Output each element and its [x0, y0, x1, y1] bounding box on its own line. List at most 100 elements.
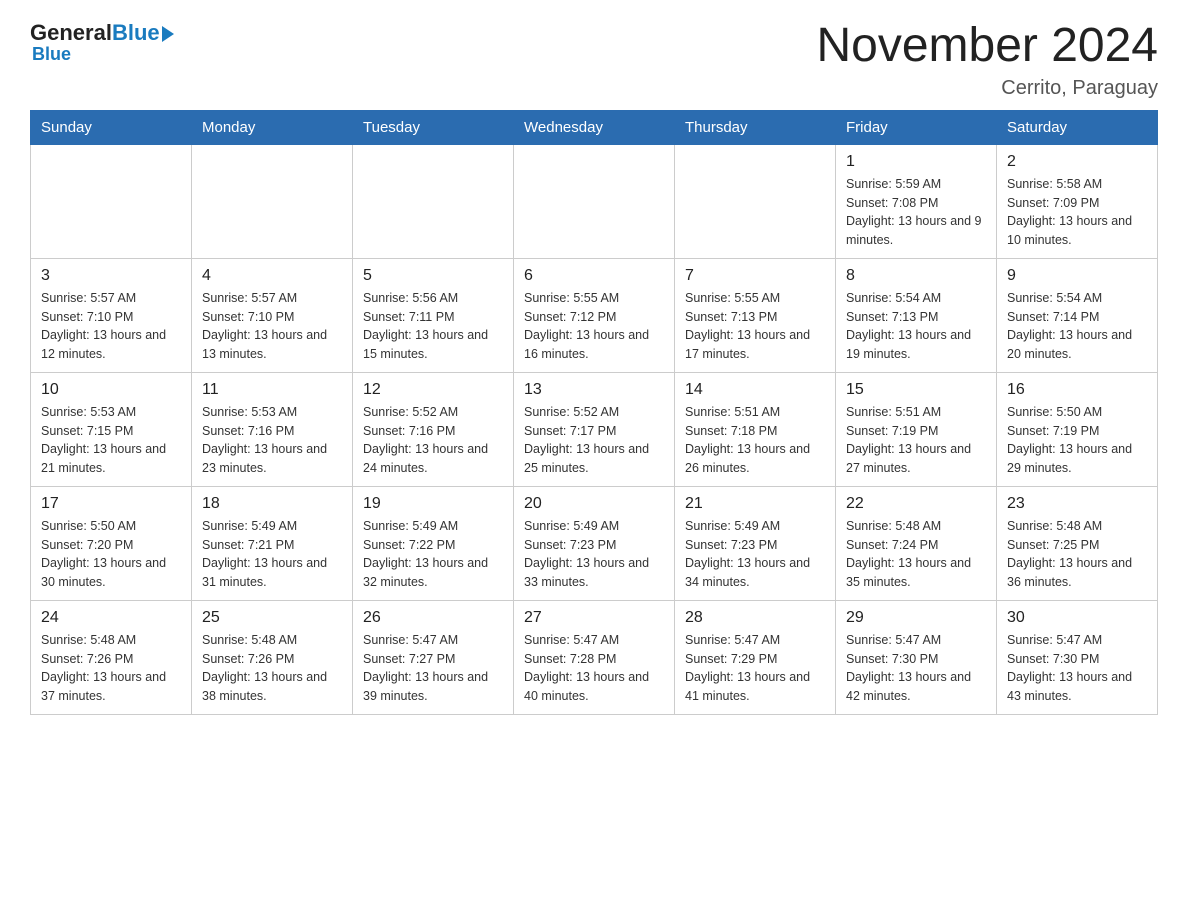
page-header: GeneralBlue Blue November 2024 Cerrito, … — [30, 20, 1158, 100]
day-number: 10 — [41, 381, 181, 399]
calendar-cell: 5 Sunrise: 5:56 AM Sunset: 7:11 PM Daylig… — [353, 258, 514, 372]
day-info: Sunrise: 5:57 AM Sunset: 7:10 PM Dayligh… — [41, 289, 181, 364]
calendar-week-row: 10Sunrise: 5:53 AM Sunset: 7:15 PM Dayli… — [31, 372, 1158, 486]
logo-subtitle: Blue — [32, 44, 71, 65]
day-info: Sunrise: 5:49 AM Sunset: 7:22 PM Dayligh… — [363, 517, 503, 592]
calendar-cell: 1 Sunrise: 5:59 AM Sunset: 7:08 PM Daylig… — [836, 144, 997, 258]
day-number: 16 — [1007, 381, 1147, 399]
day-number: 28 — [685, 609, 825, 627]
day-info: Sunrise: 5:58 AM Sunset: 7:09 PM Dayligh… — [1007, 175, 1147, 250]
calendar-cell — [675, 144, 836, 258]
day-info: Sunrise: 5:51 AM Sunset: 7:18 PM Dayligh… — [685, 403, 825, 478]
day-number: 8 — [846, 267, 986, 285]
logo-arrow-icon — [162, 26, 174, 42]
column-header-saturday: Saturday — [997, 110, 1158, 144]
day-number: 22 — [846, 495, 986, 513]
calendar-week-row: 24 Sunrise: 5:48 AM Sunset: 7:26 PM Dayli… — [31, 600, 1158, 714]
calendar-cell: 7Sunrise: 5:55 AM Sunset: 7:13 PM Daylig… — [675, 258, 836, 372]
day-info: Sunrise: 5:48 AM Sunset: 7:26 PM Dayligh… — [41, 631, 181, 706]
day-info: Sunrise: 5:57 AM Sunset: 7:10 PM Dayligh… — [202, 289, 342, 364]
day-number: 17 — [41, 495, 181, 513]
day-number: 24 — [41, 609, 181, 627]
day-number: 21 — [685, 495, 825, 513]
calendar-cell: 28 Sunrise: 5:47 AM Sunset: 7:29 PM Dayli… — [675, 600, 836, 714]
column-header-monday: Monday — [192, 110, 353, 144]
day-info: Sunrise: 5:50 AM Sunset: 7:19 PM Dayligh… — [1007, 403, 1147, 478]
calendar-cell: 23 Sunrise: 5:48 AM Sunset: 7:25 PM Dayli… — [997, 486, 1158, 600]
calendar-cell: 22 Sunrise: 5:48 AM Sunset: 7:24 PM Dayli… — [836, 486, 997, 600]
calendar-week-row: 1 Sunrise: 5:59 AM Sunset: 7:08 PM Daylig… — [31, 144, 1158, 258]
calendar-cell — [192, 144, 353, 258]
day-number: 4 — [202, 267, 342, 285]
calendar-cell: 11 Sunrise: 5:53 AM Sunset: 7:16 PM Dayli… — [192, 372, 353, 486]
day-number: 23 — [1007, 495, 1147, 513]
day-info: Sunrise: 5:56 AM Sunset: 7:11 PM Dayligh… — [363, 289, 503, 364]
title-area: November 2024 Cerrito, Paraguay — [816, 20, 1158, 100]
day-number: 5 — [363, 267, 503, 285]
column-header-tuesday: Tuesday — [353, 110, 514, 144]
calendar-cell: 20Sunrise: 5:49 AM Sunset: 7:23 PM Dayli… — [514, 486, 675, 600]
day-number: 15 — [846, 381, 986, 399]
logo-text: GeneralBlue — [30, 20, 174, 46]
calendar-cell: 24 Sunrise: 5:48 AM Sunset: 7:26 PM Dayli… — [31, 600, 192, 714]
calendar-week-row: 3 Sunrise: 5:57 AM Sunset: 7:10 PM Daylig… — [31, 258, 1158, 372]
day-number: 1 — [846, 153, 986, 171]
day-info: Sunrise: 5:48 AM Sunset: 7:24 PM Dayligh… — [846, 517, 986, 592]
day-info: Sunrise: 5:54 AM Sunset: 7:14 PM Dayligh… — [1007, 289, 1147, 364]
calendar-cell: 15Sunrise: 5:51 AM Sunset: 7:19 PM Dayli… — [836, 372, 997, 486]
day-info: Sunrise: 5:47 AM Sunset: 7:30 PM Dayligh… — [1007, 631, 1147, 706]
day-number: 9 — [1007, 267, 1147, 285]
day-info: Sunrise: 5:49 AM Sunset: 7:23 PM Dayligh… — [685, 517, 825, 592]
day-info: Sunrise: 5:52 AM Sunset: 7:16 PM Dayligh… — [363, 403, 503, 478]
day-number: 7 — [685, 267, 825, 285]
calendar-cell: 3 Sunrise: 5:57 AM Sunset: 7:10 PM Daylig… — [31, 258, 192, 372]
calendar-cell: 18 Sunrise: 5:49 AM Sunset: 7:21 PM Dayli… — [192, 486, 353, 600]
calendar-cell — [353, 144, 514, 258]
day-number: 25 — [202, 609, 342, 627]
calendar-cell: 10Sunrise: 5:53 AM Sunset: 7:15 PM Dayli… — [31, 372, 192, 486]
day-number: 30 — [1007, 609, 1147, 627]
location-title: Cerrito, Paraguay — [816, 77, 1158, 100]
day-info: Sunrise: 5:54 AM Sunset: 7:13 PM Dayligh… — [846, 289, 986, 364]
day-number: 3 — [41, 267, 181, 285]
day-info: Sunrise: 5:49 AM Sunset: 7:23 PM Dayligh… — [524, 517, 664, 592]
day-number: 27 — [524, 609, 664, 627]
day-number: 2 — [1007, 153, 1147, 171]
column-header-thursday: Thursday — [675, 110, 836, 144]
day-info: Sunrise: 5:59 AM Sunset: 7:08 PM Dayligh… — [846, 175, 986, 250]
day-info: Sunrise: 5:47 AM Sunset: 7:28 PM Dayligh… — [524, 631, 664, 706]
day-info: Sunrise: 5:47 AM Sunset: 7:27 PM Dayligh… — [363, 631, 503, 706]
day-info: Sunrise: 5:50 AM Sunset: 7:20 PM Dayligh… — [41, 517, 181, 592]
day-info: Sunrise: 5:48 AM Sunset: 7:25 PM Dayligh… — [1007, 517, 1147, 592]
day-info: Sunrise: 5:49 AM Sunset: 7:21 PM Dayligh… — [202, 517, 342, 592]
calendar-cell: 19 Sunrise: 5:49 AM Sunset: 7:22 PM Dayli… — [353, 486, 514, 600]
day-number: 12 — [363, 381, 503, 399]
calendar-cell: 27 Sunrise: 5:47 AM Sunset: 7:28 PM Dayli… — [514, 600, 675, 714]
day-info: Sunrise: 5:53 AM Sunset: 7:16 PM Dayligh… — [202, 403, 342, 478]
logo-general: General — [30, 20, 112, 46]
day-info: Sunrise: 5:55 AM Sunset: 7:12 PM Dayligh… — [524, 289, 664, 364]
calendar-cell: 13Sunrise: 5:52 AM Sunset: 7:17 PM Dayli… — [514, 372, 675, 486]
day-number: 29 — [846, 609, 986, 627]
day-number: 19 — [363, 495, 503, 513]
logo: GeneralBlue Blue — [30, 20, 174, 65]
calendar-cell: 17 Sunrise: 5:50 AM Sunset: 7:20 PM Dayli… — [31, 486, 192, 600]
day-info: Sunrise: 5:52 AM Sunset: 7:17 PM Dayligh… — [524, 403, 664, 478]
column-header-friday: Friday — [836, 110, 997, 144]
column-header-sunday: Sunday — [31, 110, 192, 144]
calendar-cell: 2 Sunrise: 5:58 AM Sunset: 7:09 PM Daylig… — [997, 144, 1158, 258]
day-number: 18 — [202, 495, 342, 513]
calendar-cell: 30 Sunrise: 5:47 AM Sunset: 7:30 PM Dayli… — [997, 600, 1158, 714]
calendar-cell — [31, 144, 192, 258]
day-number: 14 — [685, 381, 825, 399]
month-title: November 2024 — [816, 20, 1158, 73]
calendar-cell: 29Sunrise: 5:47 AM Sunset: 7:30 PM Dayli… — [836, 600, 997, 714]
day-number: 11 — [202, 381, 342, 399]
calendar-cell: 12 Sunrise: 5:52 AM Sunset: 7:16 PM Dayli… — [353, 372, 514, 486]
day-info: Sunrise: 5:47 AM Sunset: 7:29 PM Dayligh… — [685, 631, 825, 706]
day-number: 6 — [524, 267, 664, 285]
logo-blue: Blue — [112, 20, 160, 46]
column-header-wednesday: Wednesday — [514, 110, 675, 144]
calendar-cell: 26 Sunrise: 5:47 AM Sunset: 7:27 PM Dayli… — [353, 600, 514, 714]
day-number: 26 — [363, 609, 503, 627]
